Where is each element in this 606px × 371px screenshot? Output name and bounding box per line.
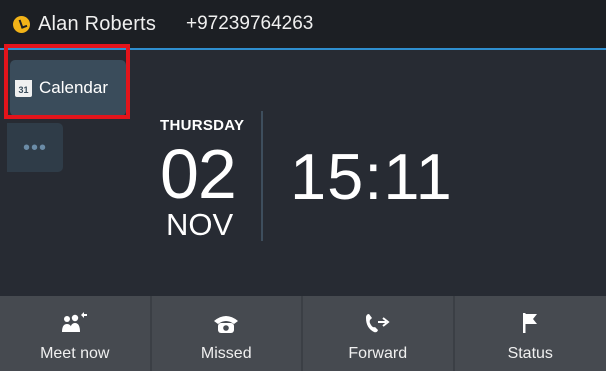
forward-label: Forward xyxy=(348,345,408,362)
missed-call-icon xyxy=(152,312,302,334)
status-bar: Alan Roberts +97239764263 xyxy=(0,0,606,48)
meet-now-button[interactable]: Meet now xyxy=(0,296,152,371)
status-button[interactable]: Status xyxy=(454,296,606,371)
clock-time: 15:11 xyxy=(290,140,453,213)
more-tab[interactable]: ••• xyxy=(7,123,63,172)
call-forward-icon xyxy=(303,312,453,334)
weekday-label: THURSDAY xyxy=(160,117,245,134)
meet-now-icon xyxy=(0,312,150,334)
day-number: 02 xyxy=(160,135,237,213)
date-time-divider xyxy=(261,111,263,241)
more-dots-icon: ••• xyxy=(22,136,47,159)
phone-number: +97239764263 xyxy=(186,13,314,34)
highlight-annotation-box xyxy=(4,44,130,119)
status-flag-icon xyxy=(455,312,606,334)
month-label: NOV xyxy=(166,207,234,242)
phone-screen: Alan Roberts +97239764263 31 Calendar ••… xyxy=(0,0,606,371)
forward-button[interactable]: Forward xyxy=(303,296,455,371)
missed-label: Missed xyxy=(200,345,252,362)
user-name: Alan Roberts xyxy=(38,12,157,35)
meet-now-label: Meet now xyxy=(40,345,110,362)
presence-status-icon[interactable] xyxy=(13,15,30,33)
softkey-bar: Meet now Missed Forward Status xyxy=(0,296,606,371)
missed-button[interactable]: Missed xyxy=(151,296,303,371)
status-label: Status xyxy=(507,345,553,362)
